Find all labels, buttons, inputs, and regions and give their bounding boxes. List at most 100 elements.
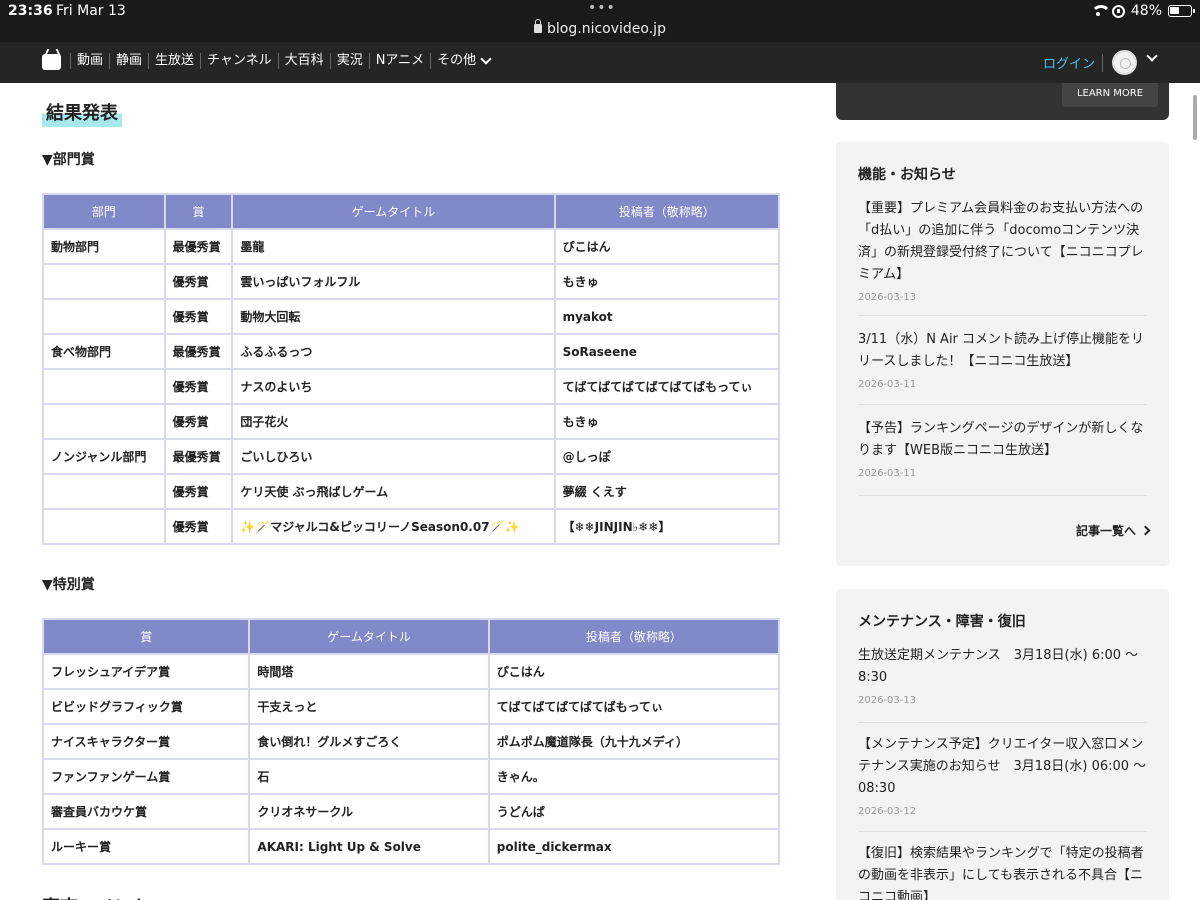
chevron-right-icon <box>1140 525 1151 536</box>
nav-item-dic[interactable]: 大百科 <box>277 53 330 69</box>
nav-item-channel[interactable]: チャンネル <box>200 53 278 69</box>
awards-cell: 墨龍 <box>233 230 554 263</box>
awards-cell <box>44 475 164 508</box>
special-cell: ナイスキャラクター賞 <box>44 725 249 758</box>
maintenance-item-date: 2026-03-12 <box>858 806 917 817</box>
table-row: ノンジャンル部門 最優秀賞 ごいしひろい @しっぽ <box>44 440 778 473</box>
table-row: フレッシュアイデア賞 時間塔 ぴこはん <box>44 655 778 688</box>
maintenance-panel: メンテナンス・障害・復旧 生放送定期メンテナンス 3月18日(水) 6:00 〜… <box>836 589 1169 900</box>
table-row: 優秀賞 雲いっぱいフォルフル もきゅ <box>44 265 778 298</box>
table-row: 動物部門 最優秀賞 墨龍 ぴこはん <box>44 230 778 263</box>
maintenance-item[interactable]: 【復旧】検索結果やランキングで「特定の投稿者の動画を非表示」にしても表示される不… <box>858 843 1147 900</box>
ad-banner[interactable]: LEARN MORE <box>836 83 1169 120</box>
battery-icon <box>1168 5 1195 17</box>
special-cell: ポムポム魔道隊長（九十九メディ） <box>489 725 778 758</box>
special-cell: ビビッドグラフィック賞 <box>44 690 249 723</box>
awards-cell: 【❄❄JINJIN♭❄❄】 <box>555 510 778 543</box>
login-link[interactable]: ログイン <box>1043 53 1095 72</box>
table-row: 審査員バカウケ賞 クリオネサークル うどんぱ <box>44 795 778 828</box>
awards-cell: 優秀賞 <box>165 370 232 403</box>
news-item-title: 3/11（水）N Air コメント読み上げ停止機能をリリースしました！【ニコニコ… <box>858 332 1145 369</box>
awards-cell: 優秀賞 <box>165 510 232 543</box>
table-row: 食べ物部門 最優秀賞 ふるふるっつ SoRaseene <box>44 335 778 368</box>
news-item-date: 2026-03-11 <box>858 379 917 390</box>
awards-cell: 優秀賞 <box>165 265 232 298</box>
special-cell: きゃん。 <box>489 760 778 793</box>
awards-cell: 団子花火 <box>233 405 554 438</box>
news-item[interactable]: 3/11（水）N Air コメント読み上げ停止機能をリリースしました！【ニコニコ… <box>858 329 1147 405</box>
awards-cell: てばてばてばてばてばてばもってぃ <box>555 370 778 403</box>
status-time: 23:36 <box>8 3 53 19</box>
awards-header: 投稿者（敬称略） <box>555 195 778 228</box>
news-item-title: 【重要】プレミアム会員料金のお支払い方法への「d払い」の追加に伴う「docomo… <box>858 201 1144 282</box>
next-section-heading: 審査コメント <box>42 893 162 900</box>
category-awards-table: 部門賞ゲームタイトル 投稿者（敬称略） 動物部門 最優秀賞 墨龍 ぴこはん 優秀賞 雲いっぱ… <box>42 193 780 545</box>
account-chevron-down-icon[interactable] <box>1146 50 1158 62</box>
special-cell: クリオネサークル <box>250 795 488 828</box>
nav-item-seiga[interactable]: 静画 <box>109 53 148 69</box>
table-row: 優秀賞 ナスのよいち てばてばてばてばてばてばもってぃ <box>44 370 778 403</box>
awards-cell: 雲いっぱいフォルフル <box>233 265 554 298</box>
special-cell: 干支えっと <box>250 690 488 723</box>
special-header: 賞 <box>44 620 249 653</box>
nav-item-jikkyo[interactable]: 実況 <box>329 53 369 69</box>
table-row: ファンファンゲーム賞石きゃん。 <box>44 760 778 793</box>
news-item[interactable]: 【予告】ランキングページのデザインが新しくなります【WEB版ニコニコ生放送】 2… <box>858 418 1147 496</box>
special-cell: 時間塔 <box>250 655 488 688</box>
table-row: 優秀賞 団子花火 もきゅ <box>44 405 778 438</box>
maintenance-item[interactable]: 【メンテナンス予定】クリエイター収入窓口メンテナンス実施のお知らせ 3月18日(… <box>858 734 1147 832</box>
nav-item-other[interactable]: その他 <box>430 53 496 69</box>
table-row: ビビッドグラフィック賞 干支えっと てばてばてばてばてばもってぃ <box>44 690 778 723</box>
page-scrollbar[interactable] <box>1193 95 1197 140</box>
maintenance-item-title: 【メンテナンス予定】クリエイター収入窓口メンテナンス実施のお知らせ 3月18日(… <box>858 737 1147 796</box>
status-date: Fri Mar 13 <box>56 3 126 19</box>
awards-cell: ごいしひろい <box>233 440 554 473</box>
maintenance-title: メンテナンス・障害・復旧 <box>858 614 1026 630</box>
awards-cell <box>44 300 164 333</box>
awards-cell <box>44 510 164 543</box>
awards-cell: もきゅ <box>555 265 778 298</box>
awards-cell: myakot <box>555 300 778 333</box>
nav-item-live[interactable]: 生放送 <box>148 53 200 69</box>
news-item-date: 2026-03-13 <box>858 292 917 303</box>
news-item[interactable]: 【重要】プレミアム会員料金のお支払い方法への「d払い」の追加に伴う「docomo… <box>858 198 1147 316</box>
awards-cell: 優秀賞 <box>165 405 232 438</box>
url-text: blog.nicovideo.jp <box>547 21 666 37</box>
news-item-title: 【予告】ランキングページのデザインが新しくなります【WEB版ニコニコ生放送】 <box>858 421 1144 458</box>
special-cell: ファンファンゲーム賞 <box>44 760 249 793</box>
nav-divider <box>1102 54 1103 72</box>
special-cell: 石 <box>250 760 488 793</box>
special-cell: てばてばてばてばてばもってぃ <box>489 690 778 723</box>
nav-item-nanime[interactable]: Nアニメ <box>368 53 430 69</box>
awards-cell <box>44 265 164 298</box>
lock-icon <box>534 19 543 33</box>
table-row: 優秀賞 動物大回転 myakot <box>44 300 778 333</box>
category-awards-heading: ▼部門賞 <box>42 152 95 168</box>
special-cell: 審査員バカウケ賞 <box>44 795 249 828</box>
special-header: 投稿者（敬称略） <box>489 620 778 653</box>
nav-item-video[interactable]: 動画 <box>70 53 109 69</box>
awards-cell: 動物部門 <box>44 230 164 263</box>
learn-more-button[interactable]: LEARN MORE <box>1062 83 1158 107</box>
multitask-dots[interactable]: ••• <box>588 0 616 16</box>
maintenance-item-title: 生放送定期メンテナンス 3月18日(水) 6:00 〜 8:30 <box>858 648 1139 685</box>
special-awards-table: 賞ゲームタイトル 投稿者（敬称略） フレッシュアイデア賞 時間塔 ぴこはん ビビッドグラ… <box>42 618 780 865</box>
awards-cell: 優秀賞 <box>165 475 232 508</box>
maintenance-item[interactable]: 生放送定期メンテナンス 3月18日(水) 6:00 〜 8:30 2026-03… <box>858 645 1147 723</box>
niconico-tv-icon[interactable] <box>42 54 61 70</box>
table-row: 優秀賞 ケリ天使 ぶっ飛ばしゲーム 夢綴 くえす <box>44 475 778 508</box>
awards-cell: 動物大回転 <box>233 300 554 333</box>
awards-cell: ケリ天使 ぶっ飛ばしゲーム <box>233 475 554 508</box>
awards-cell: ナスのよいち <box>233 370 554 403</box>
avatar[interactable] <box>1112 50 1137 75</box>
orientation-lock-icon <box>1111 4 1125 18</box>
table-row: 優秀賞 ✨🪄マジャルコ&ピッコリーノSeason0.07🪄✨ 【❄❄JINJIN♭❄… <box>44 510 778 543</box>
status-bar: 23:36 Fri Mar 13 ••• blog.nicovideo.jp 4… <box>0 0 1200 42</box>
special-cell: うどんぱ <box>489 795 778 828</box>
site-nav-menu: 動画 静画 生放送 チャンネル 大百科 実況 Nアニメ その他 <box>70 53 496 69</box>
all-articles-link[interactable]: 記事一覧へ <box>1076 522 1151 539</box>
maintenance-item-date: 2026-03-13 <box>858 695 917 706</box>
table-row: ナイスキャラクター賞 食い倒れ！グルメすごろく ポムポム魔道隊長（九十九メディ） <box>44 725 778 758</box>
awards-cell: 最優秀賞 <box>165 335 232 368</box>
address-bar[interactable]: blog.nicovideo.jp <box>0 19 1200 37</box>
